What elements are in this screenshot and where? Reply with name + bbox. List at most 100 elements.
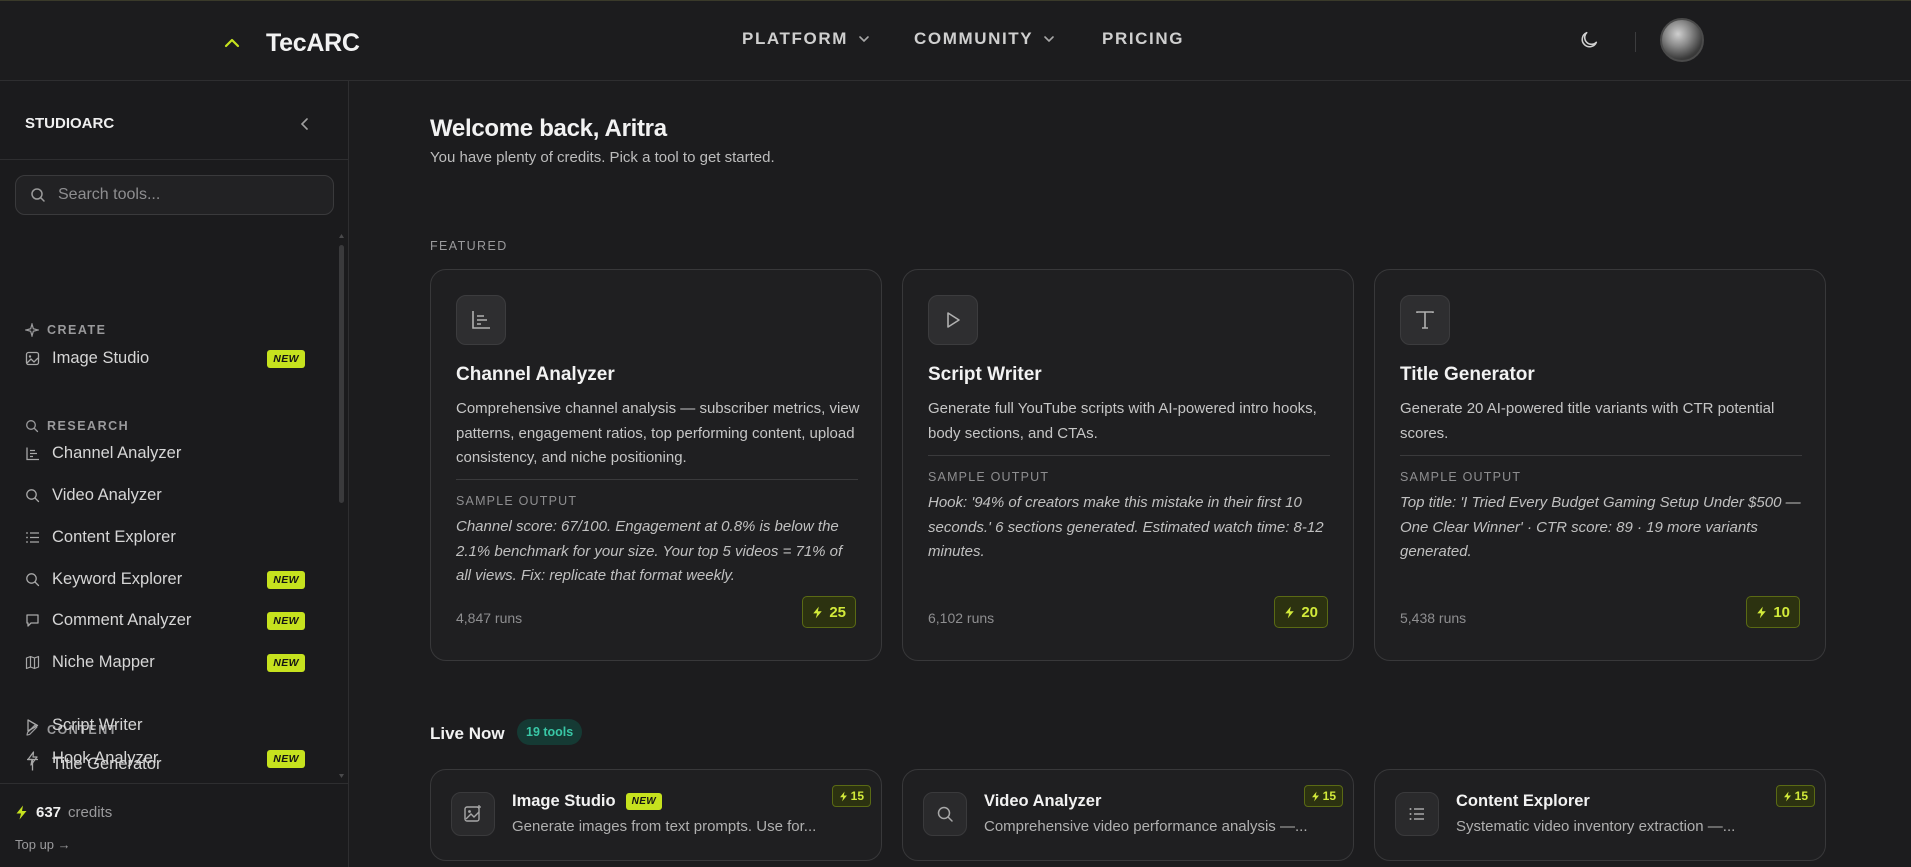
nav-platform-label: PLATFORM	[742, 29, 848, 48]
sidebar-collapse-button[interactable]	[298, 116, 312, 132]
bolt-icon	[1757, 606, 1767, 618]
credit-cost-badge: 15	[1303, 785, 1343, 807]
sidebar-item-niche-mapper[interactable]: Niche Mapper NEW	[25, 646, 307, 678]
bolt-icon	[1285, 606, 1295, 618]
tool-card-title-text: Content Explorer	[1456, 792, 1590, 810]
image-icon	[451, 792, 495, 836]
sample-output-label: SAMPLE OUTPUT	[456, 494, 578, 508]
sidebar-item-label: Image Studio	[52, 348, 150, 367]
search-icon	[923, 792, 967, 836]
sidebar-item-image-studio[interactable]: Image Studio NEW	[25, 342, 307, 374]
scroll-down-icon	[339, 774, 344, 778]
card-divider	[456, 479, 858, 480]
featured-label: FEATURED	[430, 239, 508, 253]
bolt-icon	[1783, 791, 1791, 801]
sidebar-item-label: Title Generator	[52, 754, 162, 773]
sidebar-item-label: Script Writer	[52, 715, 143, 734]
sidebar-item-content-explorer[interactable]: Content Explorer	[25, 521, 307, 553]
tool-card-title: Content Explorer	[1456, 792, 1590, 811]
theme-toggle-button[interactable]	[1578, 29, 1602, 53]
sidebar-item-comment-analyzer[interactable]: Comment Analyzer NEW	[25, 604, 307, 636]
brand-name: TecARC	[266, 28, 360, 57]
card-description: Generate full YouTube scripts with AI-po…	[928, 400, 1317, 442]
credits-unit: credits	[68, 804, 113, 821]
tool-card-video-analyzer[interactable]: Video Analyzer Comprehensive video perfo…	[902, 769, 1354, 861]
user-avatar[interactable]	[1660, 18, 1704, 62]
card-title: Script Writer	[928, 364, 1042, 385]
play-icon	[27, 718, 39, 732]
bolt-icon	[813, 606, 823, 618]
card-divider	[1400, 455, 1802, 456]
card-divider	[928, 455, 1330, 456]
card-description: Generate 20 AI-powered title variants wi…	[1400, 400, 1775, 442]
new-badge: NEW	[267, 350, 305, 368]
tool-card-image-studio[interactable]: Image Studio NEW Generate images from te…	[430, 769, 882, 861]
run-count: 5,438 runs	[1400, 610, 1467, 626]
nav-pricing[interactable]: PRICING	[1102, 29, 1184, 49]
run-count: 6,102 runs	[928, 610, 995, 626]
credits-display: 637 credits	[15, 804, 112, 821]
sparkle-icon	[25, 323, 39, 337]
sidebar-scroll-thumb[interactable]	[339, 245, 344, 503]
tool-card-description: Generate images from text prompts. Use f…	[512, 818, 817, 835]
credit-cost: 15	[1322, 789, 1336, 803]
credit-cost-button[interactable]: 20	[1274, 596, 1328, 628]
top-up-link[interactable]: Top up →	[15, 837, 71, 852]
run-count: 4,847 runs	[456, 610, 523, 626]
sidebar-item-video-analyzer[interactable]: Video Analyzer	[25, 479, 307, 511]
new-badge: NEW	[267, 571, 305, 589]
text-icon	[1400, 295, 1450, 345]
new-badge: NEW	[267, 612, 305, 630]
credit-cost: 25	[829, 603, 846, 621]
sidebar-item-label: Content Explorer	[52, 527, 176, 546]
sample-output-label: SAMPLE OUTPUT	[928, 470, 1050, 484]
page-title: Welcome back, Aritra	[430, 115, 667, 142]
tool-card-description: Systematic video inventory extraction —.…	[1456, 818, 1736, 835]
card-title: Channel Analyzer	[456, 364, 615, 385]
featured-card-title-generator[interactable]: Title Generator Generate 20 AI-powered t…	[1374, 269, 1826, 661]
section-research-title: RESEARCH	[47, 419, 130, 433]
search-input[interactable]	[58, 186, 308, 204]
tool-card-title: Image Studio NEW	[512, 792, 663, 811]
sidebar-item-channel-analyzer[interactable]: Channel Analyzer	[25, 437, 307, 469]
live-now-heading: Live Now	[430, 724, 505, 743]
chevron-down-icon	[859, 36, 869, 43]
sidebar-item-keyword-explorer[interactable]: Keyword Explorer NEW	[25, 563, 307, 595]
credit-cost-button[interactable]: 25	[802, 596, 856, 628]
credit-cost: 20	[1301, 603, 1318, 621]
nav-platform[interactable]: PLATFORM	[742, 29, 914, 49]
tool-card-content-explorer[interactable]: Content Explorer Systematic video invent…	[1374, 769, 1826, 861]
map-icon	[25, 655, 40, 669]
new-badge: NEW	[267, 654, 305, 672]
tool-card-description: Comprehensive video performance analysis…	[984, 818, 1308, 835]
brand[interactable]: TecARC	[212, 23, 360, 63]
bolt-icon	[1311, 791, 1319, 801]
bolt-icon	[839, 791, 847, 801]
sidebar: STUDIOARC CREATE Image Studio NEW RESEAR…	[0, 81, 349, 867]
credits-value: 637	[36, 804, 62, 821]
bolt-icon	[16, 805, 27, 820]
credit-cost-badge: 15	[1775, 785, 1815, 807]
sample-output-text: Channel score: 67/100. Engagement at 0.8…	[456, 518, 843, 584]
tool-card-title: Video Analyzer	[984, 792, 1101, 811]
credit-cost-button[interactable]: 10	[1746, 596, 1800, 628]
bar-chart-icon	[26, 447, 39, 460]
featured-card-channel-analyzer[interactable]: Channel Analyzer Comprehensive channel a…	[430, 269, 882, 661]
nav-community[interactable]: COMMUNITY	[914, 29, 1102, 49]
section-create: CREATE	[25, 323, 106, 337]
search-icon	[26, 572, 40, 586]
nav-community-label: COMMUNITY	[914, 29, 1034, 48]
featured-card-script-writer[interactable]: Script Writer Generate full YouTube scri…	[902, 269, 1354, 661]
sidebar-item-title-generator[interactable]: Title Generator	[25, 751, 307, 777]
credit-cost: 15	[1794, 789, 1808, 803]
page-subtitle: You have plenty of credits. Pick a tool …	[430, 149, 775, 166]
chevron-down-icon	[1044, 36, 1055, 43]
section-research: RESEARCH	[25, 419, 129, 433]
sidebar-item-label: Comment Analyzer	[52, 610, 192, 629]
list-icon	[26, 531, 39, 543]
sidebar-item-script-writer[interactable]: Script Writer	[25, 709, 307, 741]
sample-output-label: SAMPLE OUTPUT	[1400, 470, 1522, 484]
tool-card-title-text: Image Studio	[512, 792, 616, 810]
chevron-left-icon	[300, 118, 308, 130]
tool-count-badge: 19 tools	[517, 719, 583, 745]
